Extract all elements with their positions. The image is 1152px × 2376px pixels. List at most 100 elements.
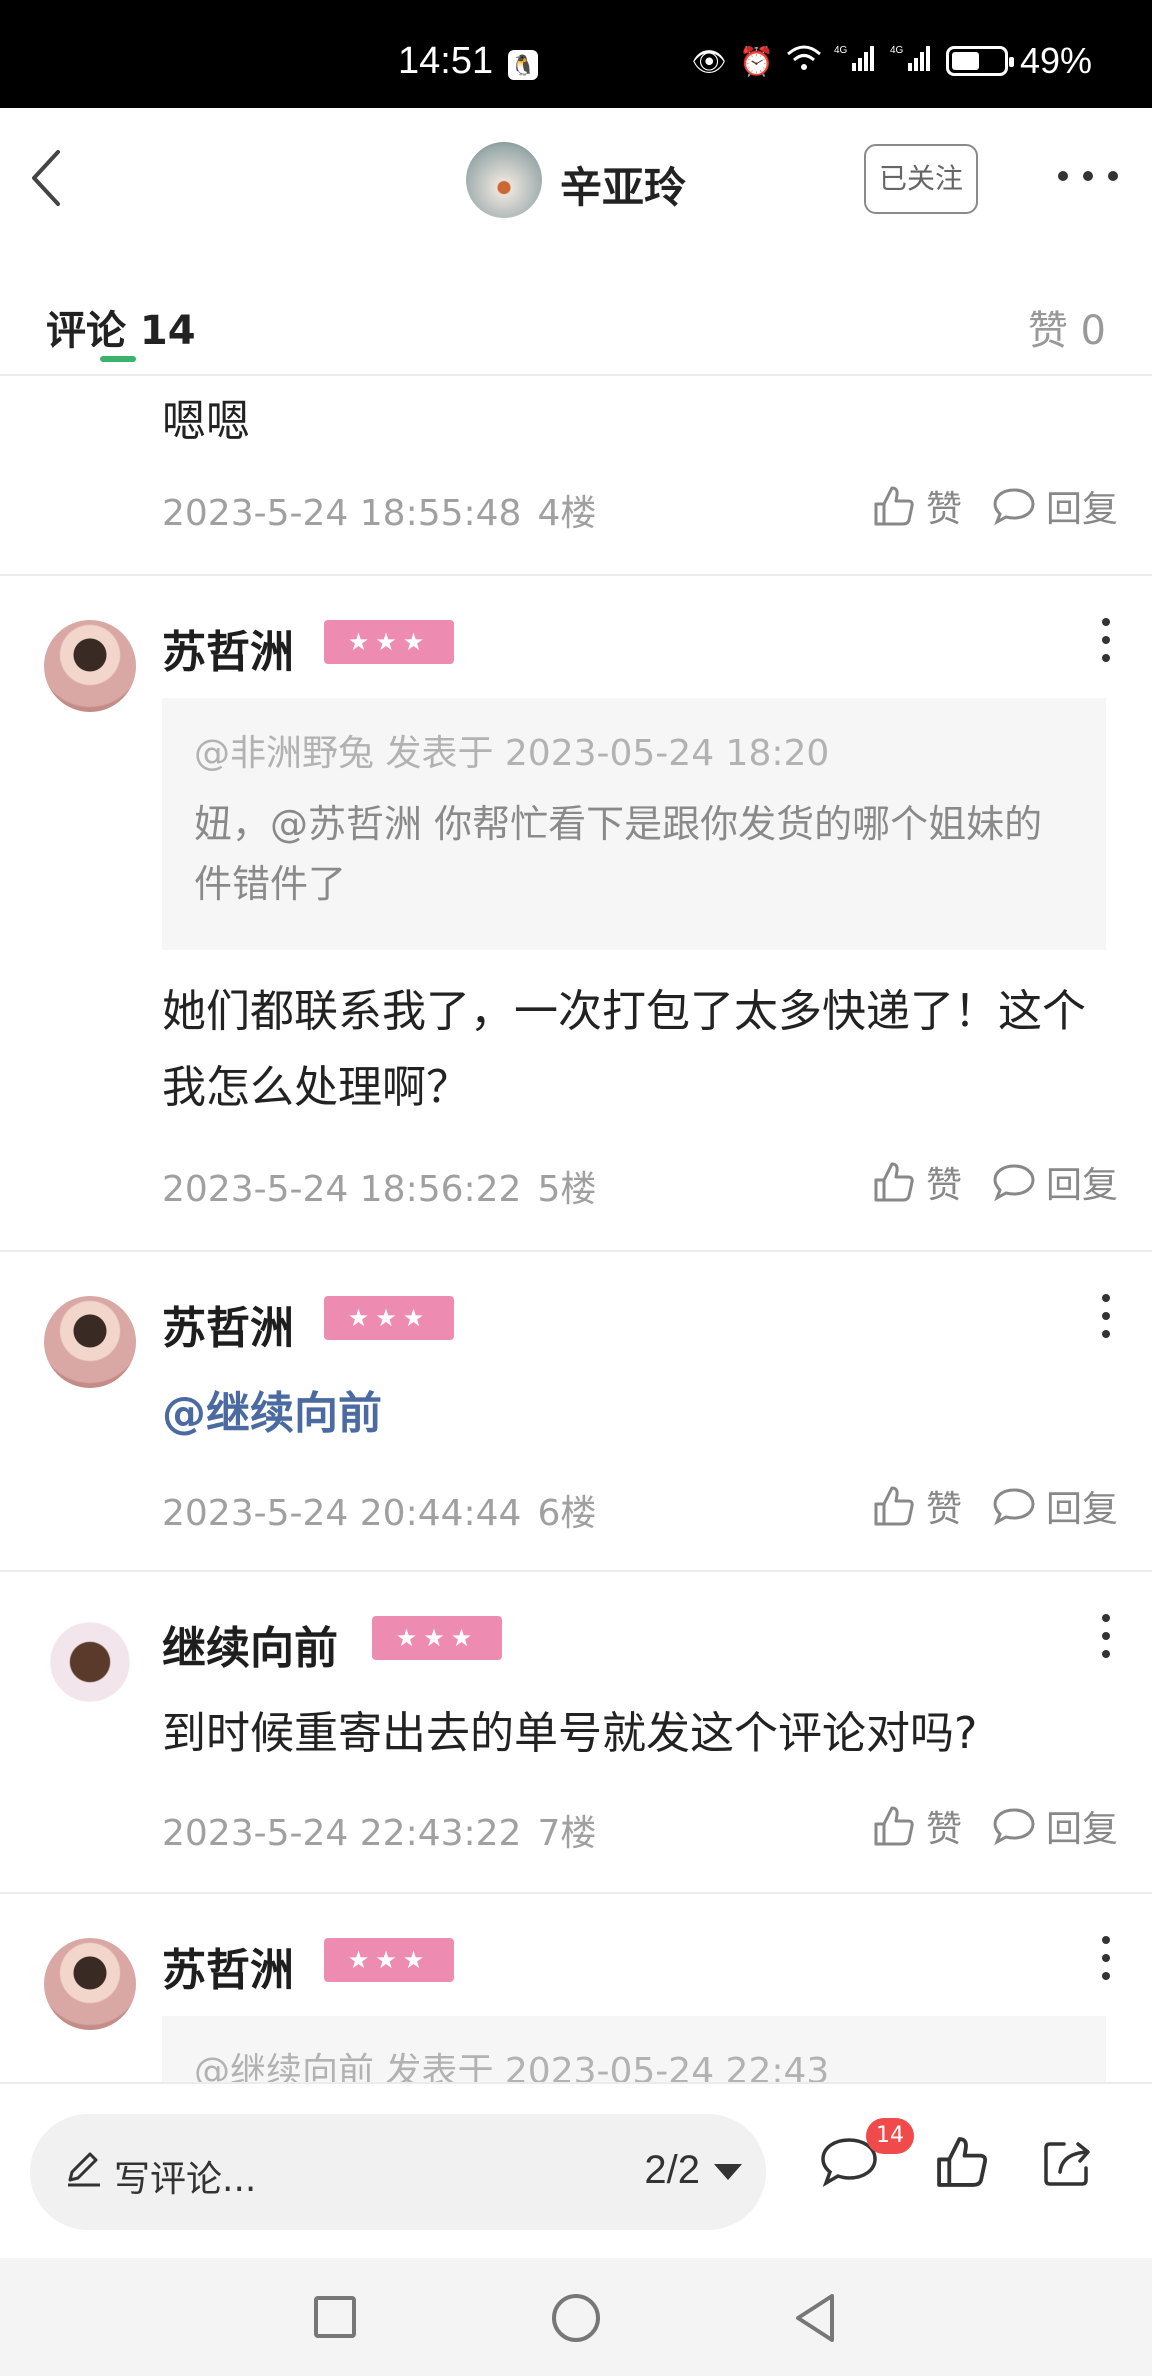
share-icon[interactable] [1040,2134,1098,2190]
level-badge: ★★★ [372,1616,502,1660]
author-avatar[interactable] [466,142,542,218]
quoted-comment[interactable]: @继续向前 发表于 2023-05-24 22:43 [162,2016,1106,2082]
comment-username[interactable]: 继续向前 [162,1612,338,1676]
reply-button[interactable]: 回复 [992,1156,1118,1208]
comment-actions: 赞 回复 [842,1800,1118,1852]
comment-text: 嗯嗯 [162,396,250,447]
status-bar: 14:51 🐧 👁 ⏰ 4G 4G 49% [0,0,1152,108]
reply-label: 回复 [1045,1809,1118,1850]
level-badge: ★★★ [324,620,454,664]
eye-icon: 👁 [691,45,728,77]
avatar[interactable] [44,1938,136,2030]
top-bar: 辛亚玲 已关注 [0,108,1152,248]
write-comment-input[interactable]: 写评论... 2/2 [30,2114,766,2230]
comment-meta: 2023-5-24 20:44:44 6楼 [162,1484,596,1536]
caret-down-icon[interactable] [714,2164,742,2180]
kebab-icon[interactable] [1102,1936,1112,1980]
reply-label: 回复 [1045,1165,1118,1206]
like-icon [874,1806,914,1846]
wifi-icon [786,44,822,79]
nav-back-icon[interactable] [792,2292,836,2344]
comment-time: 2023-5-24 20:44:44 [162,1493,522,1534]
mention-link[interactable]: @继续向前 [162,1376,1102,1452]
comment-time: 2023-5-24 18:56:22 [162,1169,522,1210]
avatar[interactable] [44,1616,136,1708]
like-button[interactable]: 赞 [872,1480,962,1532]
reply-icon [993,1488,1035,1526]
like-label: 赞 [925,489,962,530]
comment-count-badge: 14 [866,2118,914,2154]
comment-text: 她们都联系我了，一次打包了太多快递了！这个我怎么处理啊？ [162,986,1086,1113]
battery-icon [945,46,1014,76]
comment-username[interactable]: 苏哲洲 [162,1292,294,1356]
comment-time: 2023-5-24 22:43:22 [162,1813,522,1854]
avatar[interactable] [44,620,136,712]
bottom-comment-bar: 写评论... 2/2 14 [0,2082,1152,2258]
comment-item: 苏哲洲 ★★★ @继续向前 发表于 2023-05-24 22:43 [0,1894,1152,2082]
like-button[interactable]: 赞 [872,1800,962,1852]
svg-text:4G: 4G [834,45,848,56]
reply-icon [993,1164,1035,1202]
qq-icon: 🐧 [508,50,538,80]
avatar[interactable] [44,1296,136,1388]
kebab-icon[interactable] [1102,1294,1112,1338]
comment-item: 苏哲洲 ★★★ @非洲野兔 发表于 2023-05-24 18:20 妞，@苏哲… [0,576,1152,1252]
signal-icon: 4G [834,43,878,80]
tab-likes[interactable]: 赞 0 [1028,298,1106,356]
like-icon [874,486,914,526]
page-indicator[interactable]: 2/2 [644,2148,700,2193]
like-button[interactable]: 赞 [872,1156,962,1208]
kebab-icon[interactable] [1102,1614,1112,1658]
comment-text: 到时候重寄出去的单号就发这个评论对吗? [162,1708,978,1759]
comment-meta: 2023-5-24 18:55:48 4楼 [162,484,596,536]
write-comment-placeholder: 写评论... [114,2159,257,2200]
battery-percent: 49% [1019,40,1092,81]
system-nav-bar [0,2258,1152,2376]
comment-username[interactable]: 苏哲洲 [162,1934,294,1998]
comment-floor: 6楼 [537,1493,597,1534]
like-label: 赞 [925,1809,962,1850]
like-icon [874,1162,914,1202]
pencil-icon [68,2152,100,2187]
comment-tabs: 评论 14 赞 0 [0,248,1152,376]
like-label: 赞 [925,1165,962,1206]
status-icons: 👁 ⏰ 4G 4G 49% [692,40,1092,82]
status-time: 14:51 [398,40,494,82]
back-icon[interactable] [28,148,68,208]
comment-actions: 赞 回复 [842,480,1118,532]
reply-label: 回复 [1045,489,1118,530]
comment-floor: 7楼 [537,1813,597,1854]
reply-button[interactable]: 回复 [992,1480,1118,1532]
comment-meta: 2023-5-24 22:43:22 7楼 [162,1804,596,1856]
like-icon [874,1486,914,1526]
comment-item: 苏哲洲 ★★★ @继续向前 2023-5-24 20:44:44 6楼 赞 回复 [0,1252,1152,1572]
like-button[interactable]: 赞 [872,480,962,532]
reply-icon [993,488,1035,526]
level-badge: ★★★ [324,1938,454,1982]
tab-comments[interactable]: 评论 14 [46,298,196,356]
home-icon[interactable] [552,2294,600,2342]
reply-button[interactable]: 回复 [992,480,1118,532]
quote-header: @非洲野兔 发表于 2023-05-24 18:20 [194,733,830,774]
comment-floor: 5楼 [537,1169,597,1210]
comment-item: 嗯嗯 2023-5-24 18:55:48 4楼 赞 回复 [0,376,1152,576]
reply-label: 回复 [1045,1489,1118,1530]
follow-button[interactable]: 已关注 [864,144,978,214]
comment-actions: 赞 回复 [842,1480,1118,1532]
alarm-icon: ⏰ [739,45,774,77]
reply-button[interactable]: 回复 [992,1800,1118,1852]
author-name[interactable]: 辛亚玲 [560,154,686,215]
comment-actions: 赞 回复 [842,1156,1118,1208]
comment-item: 继续向前 ★★★ 到时候重寄出去的单号就发这个评论对吗? 2023-5-24 2… [0,1572,1152,1894]
kebab-icon[interactable] [1102,618,1112,662]
comment-username[interactable]: 苏哲洲 [162,616,294,680]
tab-active-indicator [100,356,136,362]
like-icon[interactable] [934,2134,990,2190]
signal-icon-2: 4G [890,43,934,80]
recent-apps-icon[interactable] [314,2296,356,2338]
quote-text: 妞，@苏哲洲 你帮忙看下是跟你发货的哪个姐妹的件错件了 [194,802,1043,906]
quoted-comment[interactable]: @非洲野兔 发表于 2023-05-24 18:20 妞，@苏哲洲 你帮忙看下是… [162,698,1106,950]
comment-meta: 2023-5-24 18:56:22 5楼 [162,1160,596,1212]
comment-floor: 4楼 [537,493,597,534]
more-icon[interactable] [1058,166,1118,186]
